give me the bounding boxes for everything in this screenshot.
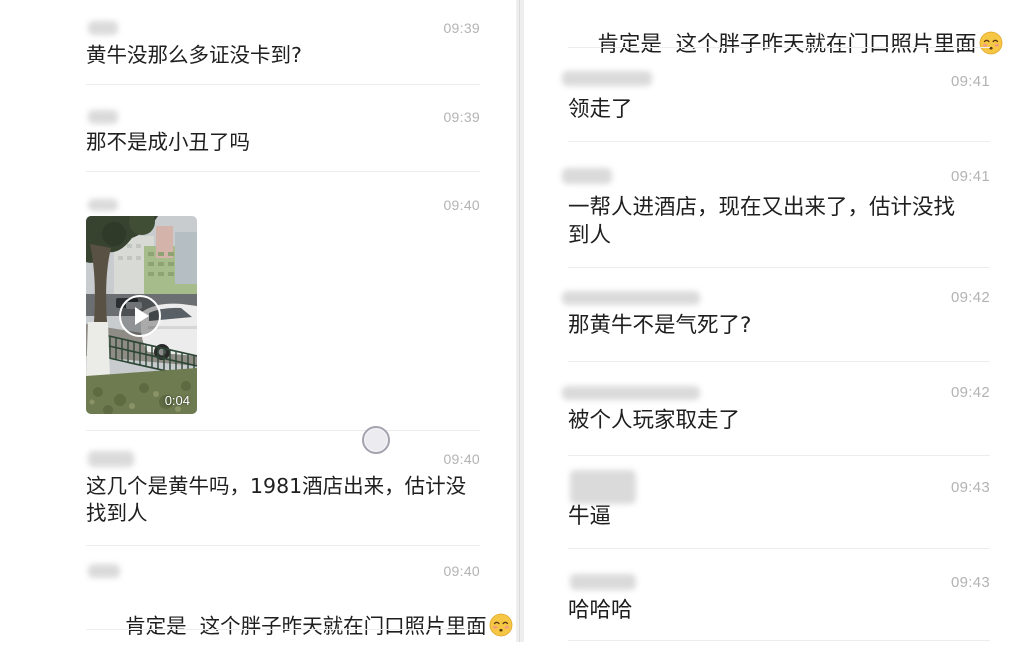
message-text: 黄牛没那么多证没卡到? <box>86 43 302 67</box>
message-time: 09:42 <box>950 289 990 306</box>
chat-message[interactable]: 09:39 那不是成小丑了吗 <box>86 105 480 154</box>
chat-message[interactable]: 09:42 那黄牛不是气死了? <box>562 286 990 338</box>
screenshot-separator <box>516 0 524 642</box>
message-divider <box>568 141 990 142</box>
sender-name-blurred <box>570 574 636 590</box>
sender-name-blurred <box>88 451 134 467</box>
message-divider <box>568 640 990 641</box>
message-time: 09:41 <box>950 168 990 185</box>
sender-name-blurred <box>562 386 700 400</box>
message-divider <box>568 267 990 268</box>
message-divider <box>86 629 480 630</box>
message-divider <box>86 545 480 546</box>
sender-name-blurred <box>562 291 700 305</box>
message-text: 被个人玩家取走了 <box>568 408 741 433</box>
chat-message[interactable]: 09:41 领走了 <box>562 70 990 122</box>
message-text: 牛逼 <box>568 504 612 529</box>
message-divider <box>86 84 480 85</box>
message-text: 肯定是 这个胖子昨天就在门口照片里面 <box>86 586 513 667</box>
message-text: 这几个是黄牛吗，1981酒店出来，估计没找到人 <box>86 474 467 525</box>
kissing-face-closed-eyes-emoji-icon <box>489 613 513 637</box>
message-divider <box>86 171 480 172</box>
message-time: 09:41 <box>950 73 990 90</box>
sender-name-blurred <box>88 199 118 211</box>
message-time: 09:43 <box>950 574 990 591</box>
sender-name-blurred <box>562 71 652 86</box>
kissing-face-closed-eyes-emoji-icon <box>979 31 1002 55</box>
message-text-content: 肯定是 这个胖子昨天就在门口照片里面 <box>125 614 487 638</box>
message-divider <box>86 430 480 431</box>
message-text: 那不是成小丑了吗 <box>86 130 250 154</box>
right-chat-screenshot: 肯定是 这个胖子昨天就在门口照片里面 09:41 领走了 09:41 一帮人进酒… <box>524 0 1030 642</box>
message-text: 那黄牛不是气死了? <box>568 313 752 338</box>
message-text: 一帮人进酒店，现在又出来了，估计没找到人 <box>568 195 956 248</box>
sender-name-blurred <box>88 564 120 578</box>
message-time: 09:39 <box>443 20 480 36</box>
video-duration: 0:04 <box>164 393 190 408</box>
message-time: 09:42 <box>950 384 990 401</box>
left-chat-screenshot: 09:39 黄牛没那么多证没卡到? 09:39 那不是成小丑了吗 09:40 0… <box>0 0 516 642</box>
play-icon[interactable] <box>118 294 162 338</box>
chat-message[interactable]: 09:40 0:04 <box>86 193 480 414</box>
sender-name-blurred <box>88 110 118 124</box>
chat-message[interactable]: 09:40 这几个是黄牛吗，1981酒店出来，估计没找到人 <box>86 447 480 525</box>
sender-name-blurred <box>570 470 636 504</box>
chat-message[interactable]: 09:39 黄牛没那么多证没卡到? <box>86 16 480 67</box>
chat-message[interactable]: 09:42 被个人玩家取走了 <box>562 381 990 433</box>
message-text: 哈哈哈 <box>568 598 633 623</box>
message-time: 09:40 <box>443 451 480 467</box>
message-time: 09:39 <box>443 109 480 125</box>
chat-message[interactable]: 09:40 肯定是 这个胖子昨天就在门口照片里面 <box>86 559 513 638</box>
video-thumbnail[interactable]: 0:04 <box>86 216 197 414</box>
message-text: 领走了 <box>568 97 633 122</box>
sender-name-blurred <box>562 168 612 184</box>
chat-message[interactable]: 09:43 哈哈哈 <box>568 571 990 623</box>
message-divider <box>568 361 990 362</box>
message-divider <box>568 455 990 456</box>
chat-message[interactable]: 09:43 牛逼 <box>568 470 990 529</box>
sender-name-blurred <box>88 21 118 35</box>
message-text-content: 肯定是 这个胖子昨天就在门口照片里面 <box>597 32 977 57</box>
message-divider <box>568 548 990 549</box>
message-divider <box>568 47 990 48</box>
message-time: 09:40 <box>443 563 480 579</box>
message-time: 09:43 <box>950 479 990 496</box>
message-time: 09:40 <box>443 197 480 213</box>
chat-message[interactable]: 09:41 一帮人进酒店，现在又出来了，估计没找到人 <box>562 165 990 248</box>
